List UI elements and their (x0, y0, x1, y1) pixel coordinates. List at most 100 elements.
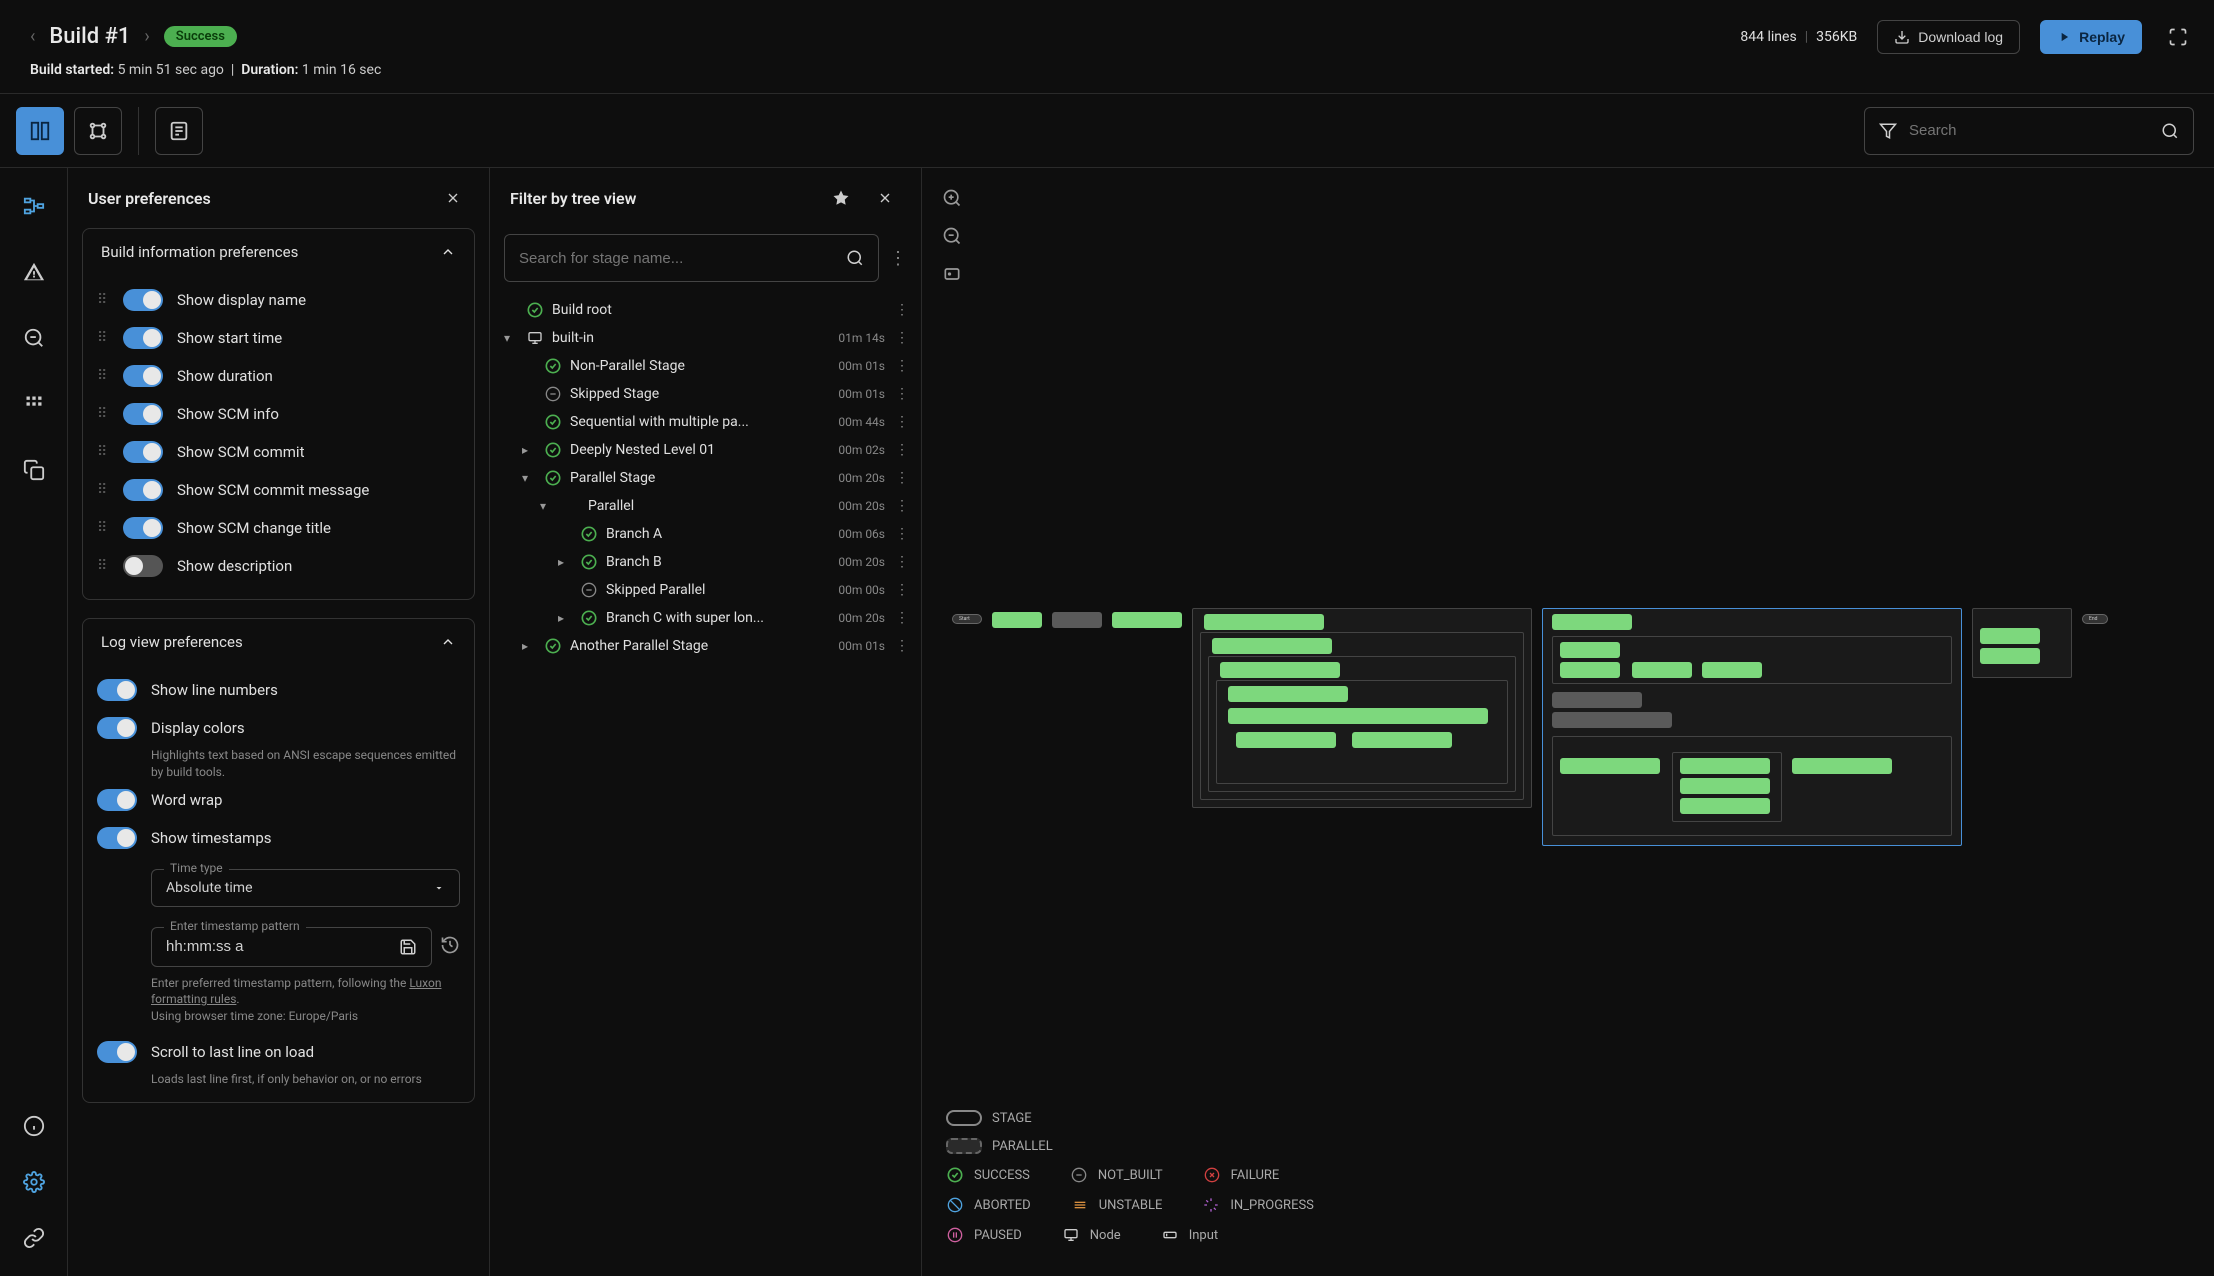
log-view-card-header[interactable]: Log view preferences (83, 619, 474, 665)
graph-node[interactable] (1552, 712, 1672, 728)
graph-node[interactable] (1552, 692, 1642, 708)
graph-node[interactable] (1212, 638, 1332, 654)
build-info-card-header[interactable]: Build information preferences (83, 229, 474, 275)
tree-item[interactable]: ▸ Deeply Nested Level 01 00m 02s ⋮ (504, 436, 911, 464)
time-type-select[interactable]: Time type Absolute time (151, 869, 460, 907)
save-icon[interactable] (399, 938, 417, 956)
tree-item[interactable]: Non-Parallel Stage 00m 01s ⋮ (504, 352, 911, 380)
view-graph-button[interactable] (16, 107, 64, 155)
replay-button[interactable]: Replay (2040, 20, 2142, 54)
drag-handle-icon[interactable]: ⠿ (97, 292, 109, 308)
tree-item-menu[interactable]: ⋮ (893, 638, 911, 654)
fit-view-button[interactable] (940, 262, 964, 286)
tree-item-menu[interactable]: ⋮ (893, 554, 911, 570)
drag-handle-icon[interactable]: ⠿ (97, 482, 109, 498)
tree-item[interactable]: ▸ Another Parallel Stage 00m 01s ⋮ (504, 632, 911, 660)
zoom-in-button[interactable] (940, 186, 964, 210)
tree-item[interactable]: Skipped Parallel 00m 00s ⋮ (504, 576, 911, 604)
zoom-out-button[interactable] (940, 224, 964, 248)
tree-item-menu[interactable]: ⋮ (893, 358, 911, 374)
graph-node[interactable] (1632, 662, 1692, 678)
timestamp-pattern-input[interactable] (166, 938, 391, 955)
graph-node[interactable] (1228, 708, 1488, 724)
graph-node[interactable] (1702, 662, 1762, 678)
search-box[interactable] (1864, 107, 2194, 155)
toggle-7[interactable] (123, 555, 163, 577)
drag-handle-icon[interactable]: ⠿ (97, 558, 109, 574)
graph-node[interactable] (1680, 758, 1770, 774)
graph-node[interactable] (1560, 662, 1620, 678)
rail-apps-button[interactable] (16, 386, 52, 422)
toggle-scroll-last-line[interactable] (97, 1041, 137, 1063)
graph-node[interactable] (1980, 628, 2040, 644)
graph-node[interactable] (1052, 612, 1102, 628)
toggle-4[interactable] (123, 441, 163, 463)
toggle-3[interactable] (123, 403, 163, 425)
toggle-0[interactable] (123, 289, 163, 311)
graph-node[interactable] (1792, 758, 1892, 774)
toggle-6[interactable] (123, 517, 163, 539)
tree-item[interactable]: Branch A 00m 06s ⋮ (504, 520, 911, 548)
tree-item[interactable]: Build root ⋮ (504, 296, 911, 324)
graph-node[interactable] (1560, 758, 1660, 774)
chevron-right-icon[interactable]: ▸ (558, 555, 572, 569)
view-log-button[interactable] (155, 107, 203, 155)
pipeline-graph[interactable]: Start (952, 608, 2184, 853)
breadcrumb-back-icon[interactable]: ‹ (30, 26, 35, 47)
tree-item[interactable]: Sequential with multiple pa... 00m 44s ⋮ (504, 408, 911, 436)
graph-node[interactable] (1204, 614, 1324, 630)
rail-info-button[interactable] (16, 1108, 52, 1144)
breadcrumb-forward-icon[interactable]: › (144, 26, 149, 47)
tree-item[interactable]: ▾ built-in 01m 14s ⋮ (504, 324, 911, 352)
graph-node[interactable] (1352, 732, 1452, 748)
tree-item-menu[interactable]: ⋮ (893, 498, 911, 514)
graph-node[interactable] (1980, 648, 2040, 664)
graph-node[interactable] (1228, 686, 1348, 702)
download-log-button[interactable]: Download log (1877, 20, 2020, 54)
drag-handle-icon[interactable]: ⠿ (97, 330, 109, 346)
search-input[interactable] (1909, 122, 2149, 139)
toggle-5[interactable] (123, 479, 163, 501)
graph-node[interactable] (992, 612, 1042, 628)
fullscreen-button[interactable] (2162, 21, 2194, 53)
tree-item[interactable]: ▾ Parallel 00m 20s ⋮ (504, 492, 911, 520)
drag-handle-icon[interactable]: ⠿ (97, 444, 109, 460)
rail-link-button[interactable] (16, 1220, 52, 1256)
rail-warnings-button[interactable] (16, 254, 52, 290)
tree-search-input[interactable] (519, 250, 836, 267)
tree-item[interactable]: ▾ Parallel Stage 00m 20s ⋮ (504, 464, 911, 492)
toggle-2[interactable] (123, 365, 163, 387)
tree-item-menu[interactable]: ⋮ (893, 330, 911, 346)
toggle-line-numbers[interactable] (97, 679, 137, 701)
tree-item[interactable]: Skipped Stage 00m 01s ⋮ (504, 380, 911, 408)
tree-item-menu[interactable]: ⋮ (893, 610, 911, 626)
view-stages-button[interactable] (74, 107, 122, 155)
graph-node[interactable] (1680, 798, 1770, 814)
toggle-display-colors[interactable] (97, 717, 137, 739)
timestamp-pattern-input-box[interactable]: Enter timestamp pattern (151, 927, 432, 967)
rail-pipeline-button[interactable] (16, 188, 52, 224)
tree-search-menu[interactable]: ⋮ (889, 248, 907, 269)
tree-item[interactable]: ▸ Branch C with super lon... 00m 20s ⋮ (504, 604, 911, 632)
tree-item-menu[interactable]: ⋮ (893, 442, 911, 458)
tree-item-menu[interactable]: ⋮ (893, 414, 911, 430)
tree-star-button[interactable] (825, 182, 857, 214)
search-icon[interactable] (846, 249, 864, 267)
chevron-right-icon[interactable]: ▸ (522, 443, 536, 457)
graph-node[interactable] (1220, 662, 1340, 678)
chevron-down-icon[interactable]: ▾ (504, 331, 518, 345)
tree-item-menu[interactable]: ⋮ (893, 302, 911, 318)
chevron-down-icon[interactable]: ▾ (522, 471, 536, 485)
search-icon[interactable] (2161, 122, 2179, 140)
tree-item-menu[interactable]: ⋮ (893, 582, 911, 598)
rail-copy-button[interactable] (16, 452, 52, 488)
graph-node[interactable] (1680, 778, 1770, 794)
chevron-right-icon[interactable]: ▸ (558, 611, 572, 625)
drag-handle-icon[interactable]: ⠿ (97, 406, 109, 422)
toggle-1[interactable] (123, 327, 163, 349)
drag-handle-icon[interactable]: ⠿ (97, 368, 109, 384)
tree-item-menu[interactable]: ⋮ (893, 386, 911, 402)
tree-item[interactable]: ▸ Branch B 00m 20s ⋮ (504, 548, 911, 576)
rail-settings-button[interactable] (16, 1164, 52, 1200)
prefs-close-button[interactable] (437, 182, 469, 214)
